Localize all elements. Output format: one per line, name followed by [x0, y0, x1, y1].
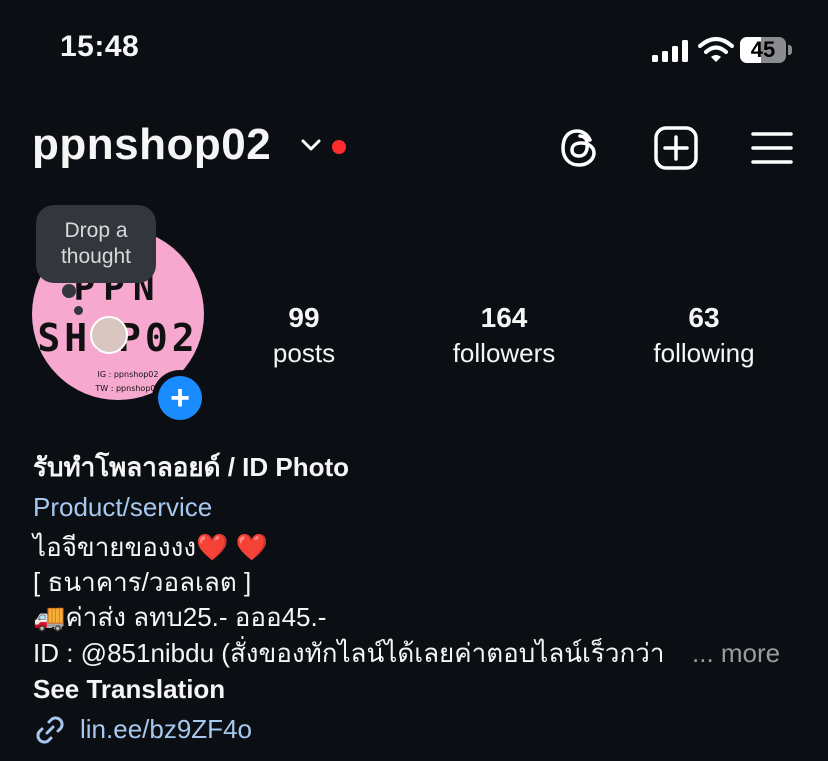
posts-label: posts	[272, 338, 336, 368]
bio-line: 🚚ค่าส่ง ลทบ25.- อออ45.-	[33, 602, 327, 632]
note-bubble[interactable]: Drop a thought	[36, 205, 156, 283]
battery-icon: 45	[740, 37, 792, 63]
followers-stat[interactable]: 164 followers	[414, 300, 594, 370]
create-post-icon[interactable]	[652, 124, 700, 172]
profile-display-name: รับทำโพลาลอยด์ / ID Photo	[33, 452, 350, 482]
status-time: 15:48	[60, 30, 140, 63]
avatar-photo	[90, 316, 128, 354]
profile-username[interactable]: ppnshop02	[32, 120, 271, 170]
bio-line: ID : @851nibdu (สั่งของทักไลน์ได้เลยค่าต…	[33, 638, 665, 668]
posts-count: 99	[288, 302, 320, 333]
cellular-signal-icon	[652, 40, 688, 62]
battery-level: 45	[750, 37, 776, 62]
note-bubble-tail-small	[74, 306, 83, 315]
link-icon	[32, 712, 68, 748]
add-story-button[interactable]: +	[152, 370, 208, 426]
threads-icon[interactable]	[556, 124, 604, 172]
chevron-down-icon[interactable]	[300, 137, 322, 153]
see-translation-button[interactable]: See Translation	[33, 672, 225, 706]
followers-label: followers	[452, 338, 556, 368]
bio-link[interactable]: lin.ee/bz9ZF4o	[80, 712, 252, 746]
profile-category[interactable]: Product/service	[33, 490, 212, 524]
bio-line: [ ธนาคาร/วอลเลต ]	[33, 567, 252, 597]
following-count: 63	[688, 302, 720, 333]
note-bubble-tail	[62, 284, 76, 298]
wifi-icon	[698, 36, 734, 64]
bio-line: ไอจีขายของงง❤️ ❤️	[33, 532, 268, 562]
posts-stat[interactable]: 99 posts	[214, 300, 394, 370]
add-story-icon: +	[158, 376, 202, 420]
followers-count: 164	[480, 302, 528, 333]
following-stat[interactable]: 63 following	[614, 300, 794, 370]
menu-icon[interactable]	[748, 124, 796, 172]
bio-more-button[interactable]: ... more	[692, 636, 780, 670]
following-label: following	[653, 338, 755, 368]
note-bubble-text: Drop a thought	[60, 219, 132, 268]
notification-dot	[332, 140, 346, 154]
